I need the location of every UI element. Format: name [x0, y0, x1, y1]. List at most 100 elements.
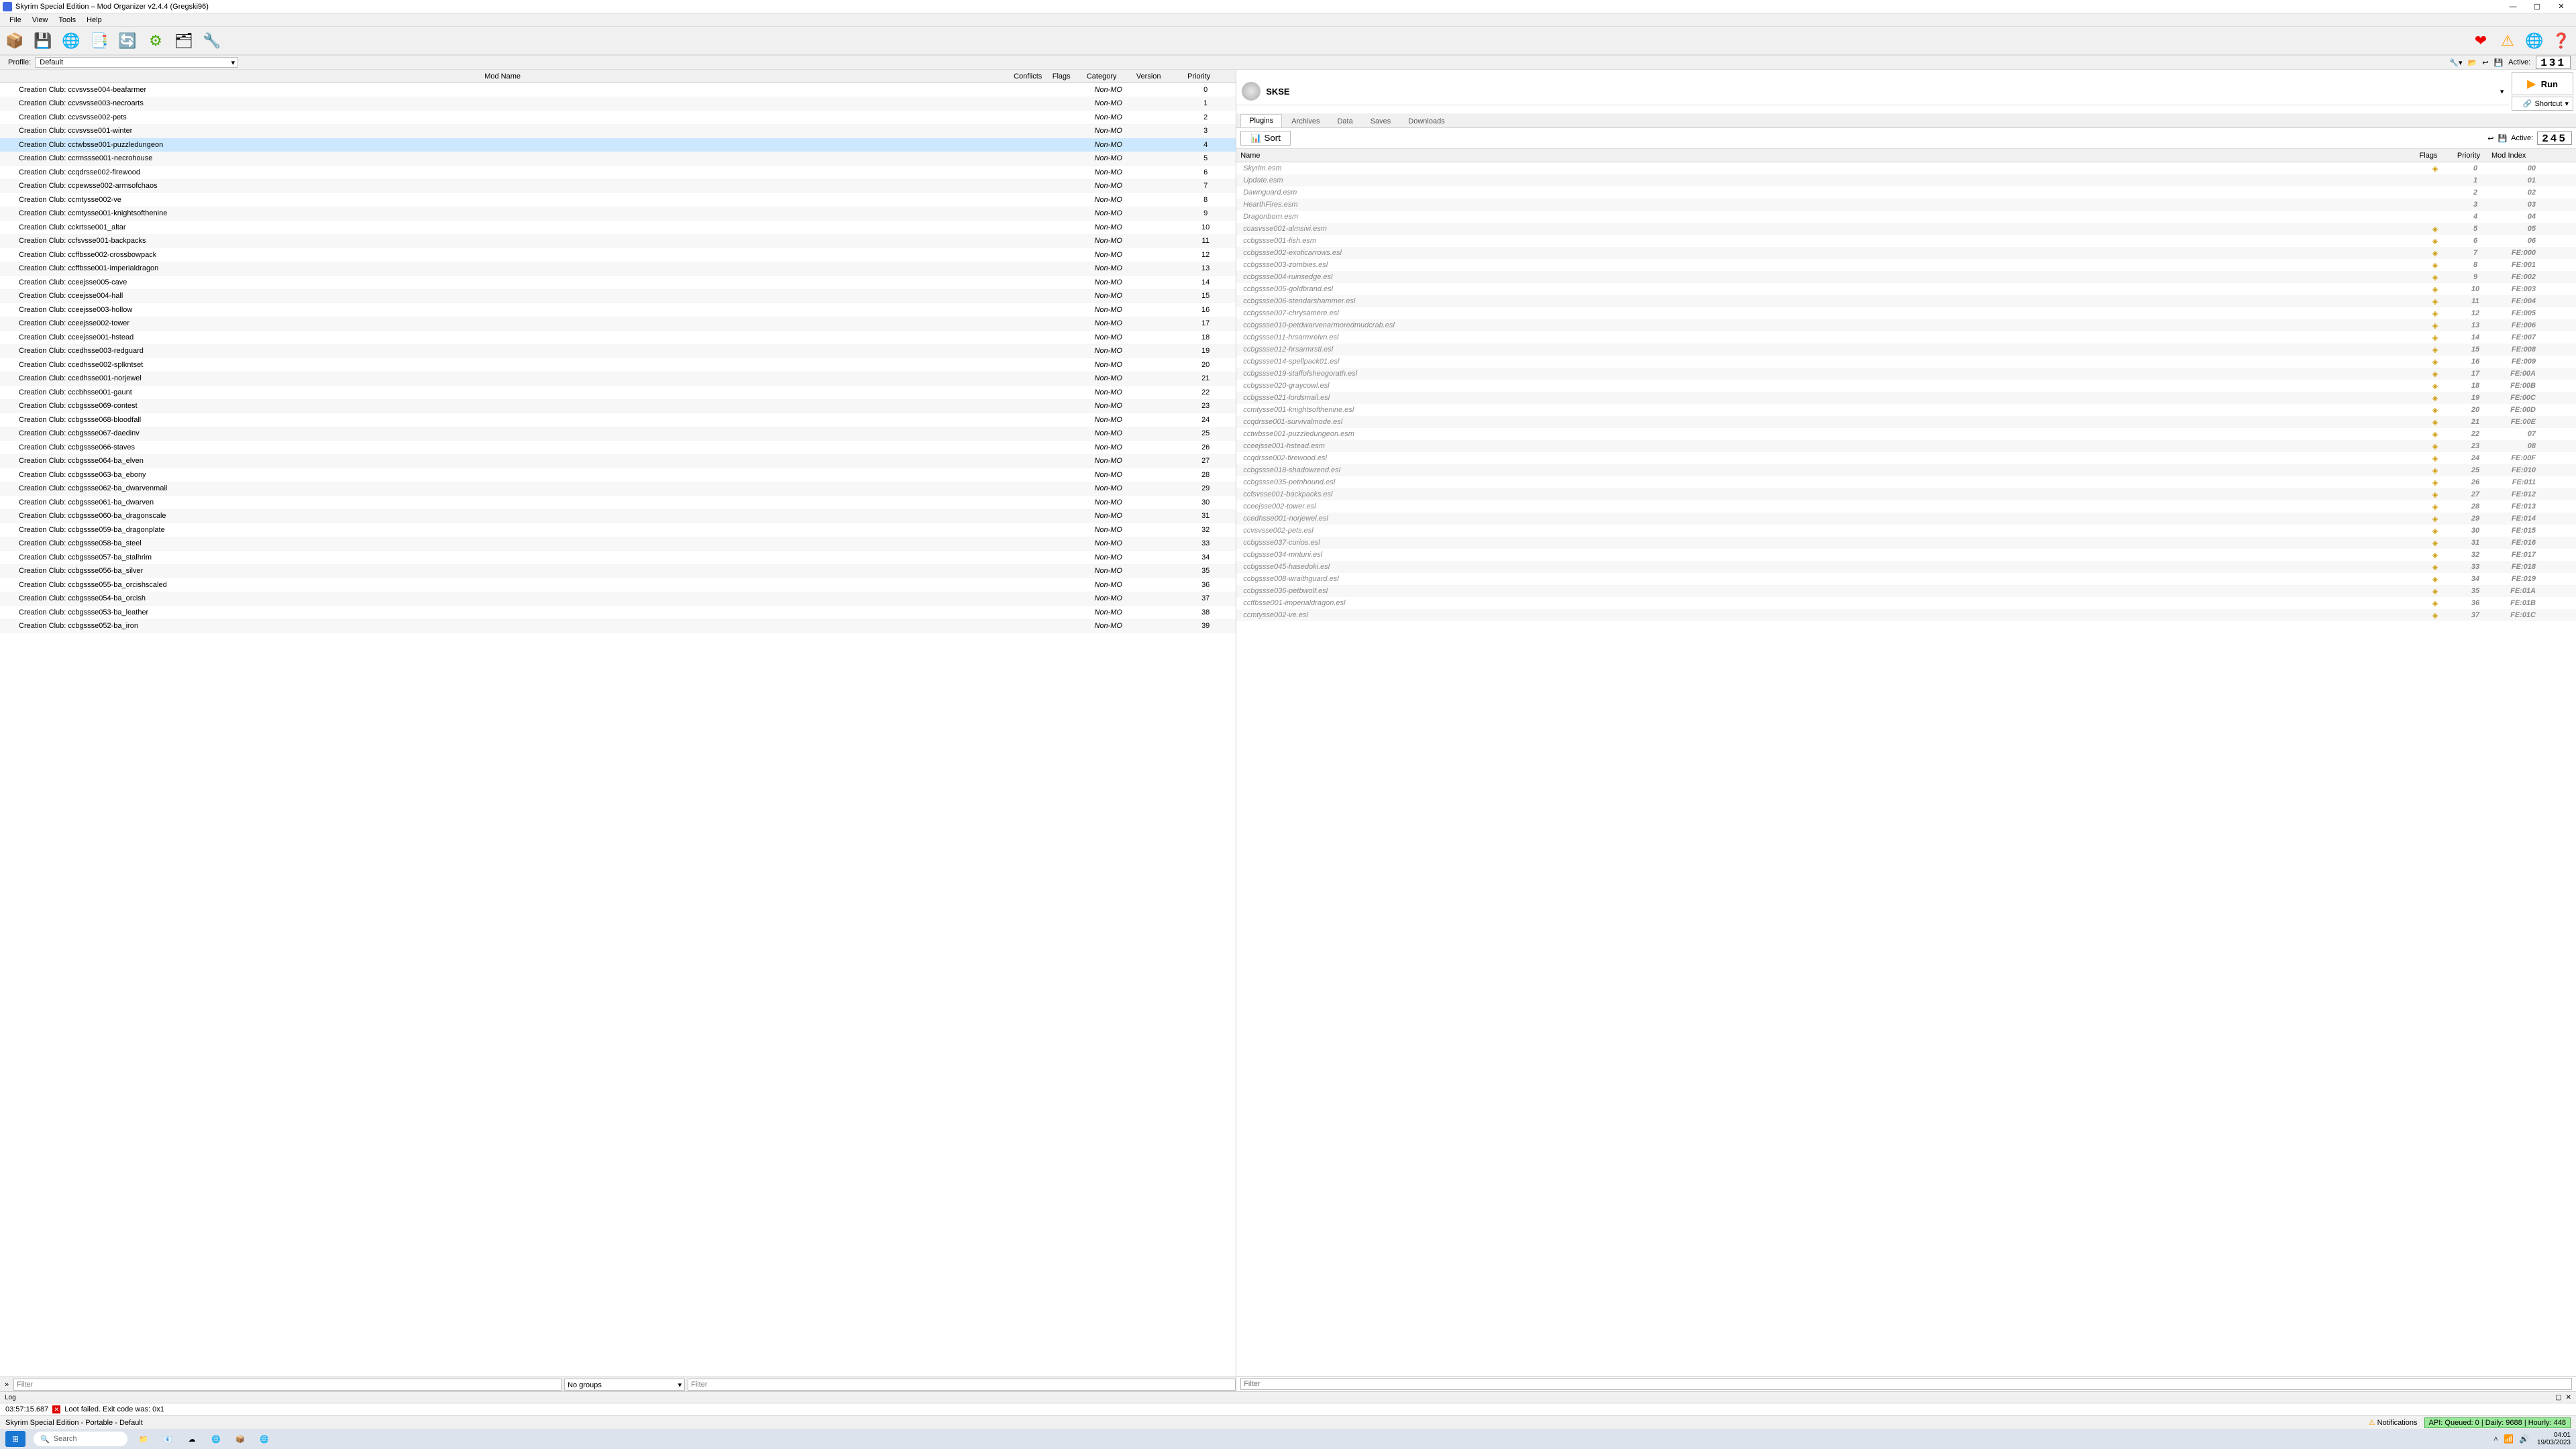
- taskbar-app-2[interactable]: 📧: [160, 1431, 176, 1447]
- plugin-rows[interactable]: Skyrim.esm◈000Update.esm101Dawnguard.esm…: [1236, 162, 2576, 1376]
- plugin-row[interactable]: ccbgssse012-hrsarmrstl.esl◈15FE:008: [1236, 343, 2576, 356]
- mod-row[interactable]: Creation Club: cceejsse001-hsteadNon-MO1…: [0, 331, 1236, 345]
- mod-row[interactable]: Creation Club: ccbgssse069-contestNon-MO…: [0, 400, 1236, 414]
- executables-icon[interactable]: 🗂: [174, 32, 193, 50]
- folder-icon[interactable]: 📂: [2468, 58, 2477, 67]
- taskbar-app-6[interactable]: 🌐: [256, 1431, 272, 1447]
- plugin-restore-icon[interactable]: ↩: [2487, 134, 2493, 143]
- taskbar-search[interactable]: 🔍 Search: [34, 1432, 127, 1446]
- plugin-row[interactable]: ccasvsse001-almsivi.esm◈505: [1236, 223, 2576, 235]
- mod-row[interactable]: Creation Club: cceejsse005-caveNon-MO14: [0, 276, 1236, 290]
- mod-row[interactable]: Creation Club: ccbgssse056-ba_silverNon-…: [0, 565, 1236, 579]
- mod-row[interactable]: Creation Club: ccedhsse002-splkntsetNon-…: [0, 358, 1236, 372]
- plugin-backup-icon[interactable]: 💾: [2498, 134, 2507, 143]
- mod-row[interactable]: Creation Club: cceejsse002-towerNon-MO17: [0, 317, 1236, 331]
- plugin-row[interactable]: ccffbsse001-imperialdragon.esl◈36FE:01B: [1236, 597, 2576, 609]
- plugin-row[interactable]: Update.esm101: [1236, 174, 2576, 186]
- taskbar-app-3[interactable]: ☁: [184, 1431, 200, 1447]
- tray-volume-icon[interactable]: 🔊: [2519, 1434, 2529, 1444]
- tab-plugins[interactable]: Plugins: [1240, 114, 1282, 127]
- run-button[interactable]: Run: [2512, 72, 2573, 95]
- mod-row[interactable]: Creation Club: ccvsvsse002-petsNon-MO2: [0, 111, 1236, 125]
- plugin-row[interactable]: ccmtysse002-ve.esl◈37FE:01C: [1236, 609, 2576, 621]
- taskbar-app-4[interactable]: 🌐: [208, 1431, 224, 1447]
- mod-row[interactable]: Creation Club: ccbgssse061-ba_dwarvenNon…: [0, 496, 1236, 510]
- profile-select[interactable]: Default: [35, 57, 238, 68]
- mod-row[interactable]: Creation Club: cceejsse004-hallNon-MO15: [0, 290, 1236, 304]
- plugin-row[interactable]: ccbgssse001-fish.esm◈606: [1236, 235, 2576, 247]
- plugin-row[interactable]: ccqdrsse001-survivalmode.esl◈21FE:00E: [1236, 416, 2576, 428]
- log-label[interactable]: Log: [3, 1394, 18, 1401]
- plugin-row[interactable]: ccbgssse014-spellpack01.esl◈16FE:009: [1236, 356, 2576, 368]
- mod-row[interactable]: Creation Club: ccbgssse067-daedinvNon-MO…: [0, 427, 1236, 441]
- close-button[interactable]: ✕: [2549, 0, 2573, 13]
- plugin-row[interactable]: ccbgssse019-staffofsheogorath.esl◈17FE:0…: [1236, 368, 2576, 380]
- minimize-button[interactable]: —: [2501, 0, 2525, 13]
- problems-icon[interactable]: ⚠: [2498, 32, 2517, 50]
- menu-tools[interactable]: Tools: [53, 16, 81, 24]
- mod-row[interactable]: Creation Club: ccbgssse055-ba_orcishscal…: [0, 578, 1236, 592]
- mod-row[interactable]: Creation Club: ccbgssse064-ba_elvenNon-M…: [0, 455, 1236, 469]
- col-conflicts[interactable]: Conflicts: [1008, 72, 1048, 80]
- install-mod-icon[interactable]: 💾: [34, 32, 52, 50]
- update-icon[interactable]: 🌐: [2525, 32, 2544, 50]
- plugin-row[interactable]: Skyrim.esm◈000: [1236, 162, 2576, 174]
- tray-wifi-icon[interactable]: 📶: [2504, 1434, 2514, 1444]
- mod-row[interactable]: Creation Club: cctwbsse001-puzzledungeon…: [0, 138, 1236, 152]
- plugin-row[interactable]: ccmtysse001-knightsofthenine.esl◈20FE:00…: [1236, 404, 2576, 416]
- nexus-icon[interactable]: 🌐: [62, 32, 80, 50]
- col-flags[interactable]: Flags: [1048, 72, 1075, 80]
- plugin-row[interactable]: ccbgssse036-petbwolf.esl◈35FE:01A: [1236, 585, 2576, 597]
- log-close-icon[interactable]: ✕: [2564, 1394, 2573, 1401]
- plugin-row[interactable]: ccbgssse035-petnhound.esl◈26FE:011: [1236, 476, 2576, 488]
- instance-icon[interactable]: 📦: [5, 32, 24, 50]
- pcol-modindex[interactable]: Mod Index: [2489, 152, 2569, 160]
- mod-row[interactable]: Creation Club: ccmtysse002-veNon-MO8: [0, 193, 1236, 207]
- backup-icon[interactable]: 💾: [2493, 58, 2503, 67]
- mod-filter-input[interactable]: [13, 1379, 561, 1391]
- mod-row[interactable]: Creation Club: ccpewsse002-armsofchaosNo…: [0, 180, 1236, 194]
- plugin-row[interactable]: ccbgssse037-curios.esl◈31FE:016: [1236, 537, 2576, 549]
- tray-chevron-icon[interactable]: ˄: [2493, 1434, 2498, 1444]
- mod-row[interactable]: Creation Club: ccbgssse052-ba_ironNon-MO…: [0, 620, 1236, 634]
- tab-saves[interactable]: Saves: [1362, 115, 1399, 127]
- mod-row[interactable]: Creation Club: cckrtsse001_altarNon-MO10: [0, 221, 1236, 235]
- mod-row[interactable]: Creation Club: ccbgssse057-ba_stalhrimNo…: [0, 551, 1236, 565]
- plugin-row[interactable]: ccbgssse045-hasedoki.esl◈33FE:018: [1236, 561, 2576, 573]
- plugin-row[interactable]: ccbgssse011-hrsarmrelvn.esl◈14FE:007: [1236, 331, 2576, 343]
- plugin-row[interactable]: cceejsse002-tower.esl◈28FE:013: [1236, 500, 2576, 513]
- endorse-icon[interactable]: ❤: [2471, 32, 2490, 50]
- plugin-row[interactable]: cceejsse001-hstead.esm◈2308: [1236, 440, 2576, 452]
- mod-row[interactable]: Creation Club: ccbgssse053-ba_leatherNon…: [0, 606, 1236, 620]
- mod-row[interactable]: Creation Club: ccffbsse001-imperialdrago…: [0, 262, 1236, 276]
- profiles-icon[interactable]: 📑: [90, 32, 109, 50]
- mod-row[interactable]: Creation Club: ccqdrsse002-firewoodNon-M…: [0, 166, 1236, 180]
- sort-button[interactable]: 📊 Sort: [1240, 131, 1291, 146]
- mod-row[interactable]: Creation Club: ccbgssse054-ba_orcishNon-…: [0, 592, 1236, 606]
- shortcut-button[interactable]: 🔗 Shortcut ▾: [2512, 97, 2573, 111]
- plugin-row[interactable]: ccbgssse008-wraithguard.esl◈34FE:019: [1236, 573, 2576, 585]
- restore-icon[interactable]: ↩: [2482, 58, 2488, 67]
- pcol-priority[interactable]: Priority: [2449, 152, 2489, 160]
- plugin-row[interactable]: ccbgssse004-ruinsedge.esl◈9FE:002: [1236, 271, 2576, 283]
- tool-icon-1[interactable]: 🔧▾: [2449, 58, 2462, 67]
- tools-icon[interactable]: 🔧: [203, 32, 221, 50]
- menu-view[interactable]: View: [27, 16, 54, 24]
- mod-rows[interactable]: Creation Club: ccvsvsse004-beafarmerNon-…: [0, 83, 1236, 1377]
- mod-row[interactable]: Creation Club: ccrmssse001-necrohouseNon…: [0, 152, 1236, 166]
- plugin-row[interactable]: ccbgssse003-zombies.esl◈8FE:001: [1236, 259, 2576, 271]
- tab-downloads[interactable]: Downloads: [1400, 115, 1452, 127]
- plugin-row[interactable]: cctwbsse001-puzzledungeon.esm◈2207: [1236, 428, 2576, 440]
- mod-row[interactable]: Creation Club: ccfsvsse001-backpacksNon-…: [0, 235, 1236, 249]
- mod-row[interactable]: Creation Club: ccvsvsse003-necroartsNon-…: [0, 97, 1236, 111]
- mod-row[interactable]: Creation Club: ccedhsse003-redguardNon-M…: [0, 345, 1236, 359]
- log-max-icon[interactable]: ▢: [2553, 1394, 2563, 1401]
- taskbar-app-1[interactable]: 📁: [136, 1431, 152, 1447]
- plugin-row[interactable]: ccqdrsse002-firewood.esl◈24FE:00F: [1236, 452, 2576, 464]
- refresh-icon[interactable]: 🔄: [118, 32, 137, 50]
- mod-filter-input-2[interactable]: [688, 1379, 1236, 1391]
- tab-data[interactable]: Data: [1329, 115, 1360, 127]
- pcol-name[interactable]: Name: [1236, 152, 2408, 160]
- system-tray[interactable]: ˄ 📶 🔊: [2493, 1434, 2529, 1444]
- mod-row[interactable]: Creation Club: ccvsvsse001-winterNon-MO3: [0, 125, 1236, 139]
